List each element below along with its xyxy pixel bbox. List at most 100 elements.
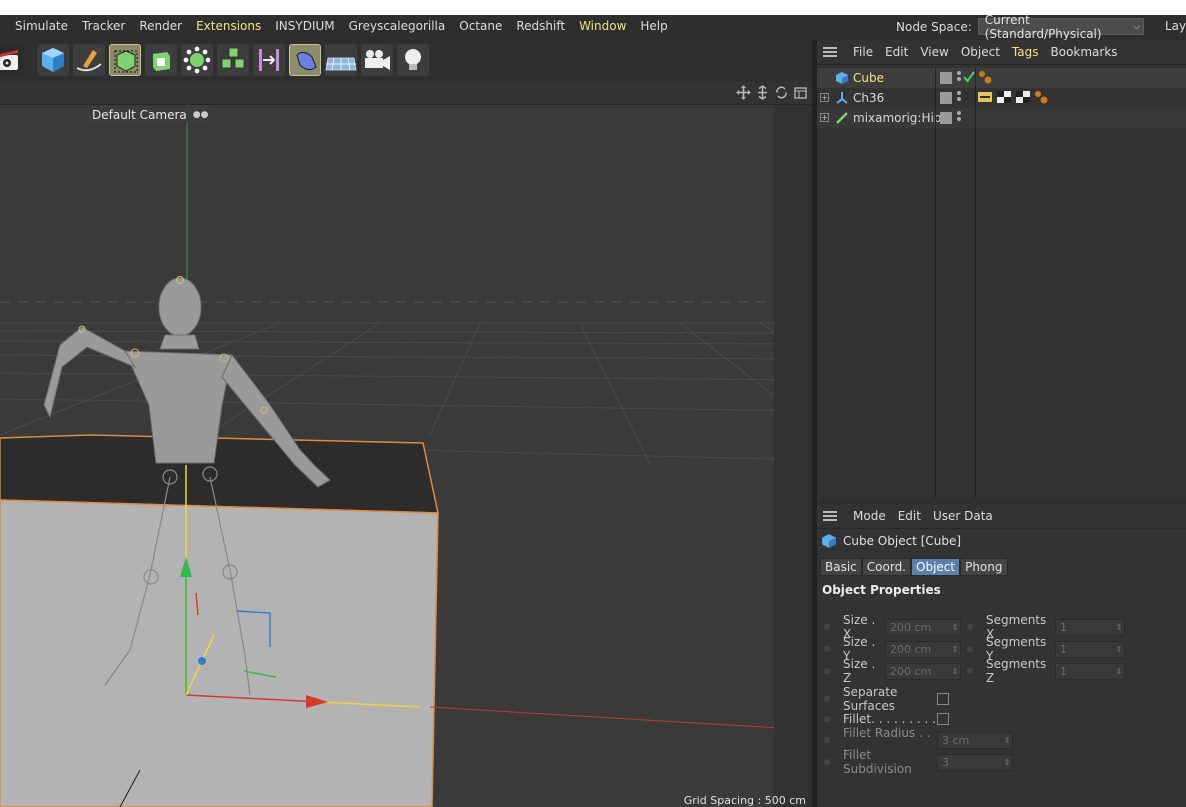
fillet-checkbox[interactable] bbox=[937, 713, 949, 725]
animation-dot-icon[interactable] bbox=[824, 668, 830, 674]
motion-tag-icon[interactable] bbox=[977, 90, 993, 104]
spinner-icon[interactable]: ⇕ bbox=[950, 667, 960, 676]
layout-label[interactable]: Layo bbox=[1165, 19, 1186, 33]
size-z-field[interactable]: 200 cm ⇕ bbox=[885, 662, 961, 680]
extrude-icon[interactable] bbox=[145, 44, 177, 76]
menu-tracker[interactable]: Tracker bbox=[75, 19, 132, 33]
spinner-icon[interactable]: ⇕ bbox=[1114, 623, 1124, 632]
segments-z-field[interactable]: 1 ⇕ bbox=[1055, 662, 1125, 680]
light-icon[interactable] bbox=[397, 44, 429, 76]
fillet-radius-field[interactable]: 3 cm ⇕ bbox=[937, 731, 1013, 749]
expand-icon[interactable]: + bbox=[820, 93, 829, 102]
segments-x-field[interactable]: 1 ⇕ bbox=[1055, 618, 1125, 636]
zoom-view-icon[interactable] bbox=[755, 85, 770, 100]
spinner-icon[interactable]: ⇕ bbox=[1002, 758, 1012, 767]
am-menu-mode[interactable]: Mode bbox=[847, 509, 892, 523]
rotate-view-icon[interactable] bbox=[774, 85, 789, 100]
subdivision-surface-icon[interactable] bbox=[109, 44, 141, 76]
visibility-dots-icon[interactable] bbox=[957, 91, 961, 105]
animation-dot-icon[interactable] bbox=[824, 646, 830, 652]
om-menu-bookmarks[interactable]: Bookmarks bbox=[1045, 45, 1124, 59]
tab-coord[interactable]: Coord. bbox=[861, 558, 911, 576]
menu-greyscalegorilla[interactable]: Greyscalegorilla bbox=[342, 19, 453, 33]
spinner-icon[interactable]: ⇕ bbox=[950, 623, 960, 632]
tab-phong[interactable]: Phong bbox=[960, 558, 1008, 576]
tab-object[interactable]: Object bbox=[911, 558, 961, 576]
viewport-scene bbox=[0, 105, 812, 807]
segments-z-label: Segments Z bbox=[986, 657, 1047, 685]
material-tag-icon[interactable] bbox=[1034, 90, 1048, 104]
separate-surfaces-checkbox[interactable] bbox=[937, 693, 949, 705]
clapboard-gear-icon[interactable] bbox=[0, 44, 24, 76]
am-menu-edit[interactable]: Edit bbox=[892, 509, 927, 523]
menu-help[interactable]: Help bbox=[633, 19, 674, 33]
segments-y-field[interactable]: 1 ⇕ bbox=[1055, 640, 1125, 658]
material-tag-icon[interactable] bbox=[978, 70, 992, 84]
cube-icon bbox=[822, 534, 836, 548]
size-y-field[interactable]: 200 cm ⇕ bbox=[885, 640, 961, 658]
size-z-row: Size . Z 200 cm ⇕ bbox=[824, 657, 961, 685]
object-row-ch36[interactable]: + Ch36 bbox=[817, 88, 1186, 108]
camera-label[interactable]: Default Camera ●● bbox=[88, 106, 213, 123]
spinner-icon[interactable]: ⇕ bbox=[1114, 645, 1124, 654]
tab-basic[interactable]: Basic bbox=[820, 558, 862, 576]
animation-dot-icon[interactable] bbox=[824, 716, 830, 722]
animation-dot-icon[interactable] bbox=[967, 668, 973, 674]
texture-tag-icon[interactable] bbox=[1015, 90, 1031, 104]
animation-dot-icon[interactable] bbox=[824, 624, 830, 630]
layer-icon[interactable] bbox=[940, 72, 952, 84]
pen-spline-icon[interactable] bbox=[73, 44, 105, 76]
cube-icon[interactable] bbox=[37, 44, 69, 76]
animation-dot-icon[interactable] bbox=[967, 624, 973, 630]
maximize-view-icon[interactable] bbox=[793, 85, 808, 100]
array-icon[interactable] bbox=[217, 44, 249, 76]
menu-render[interactable]: Render bbox=[132, 19, 189, 33]
floor-icon[interactable] bbox=[325, 44, 357, 76]
menu-insydium[interactable]: INSYDIUM bbox=[268, 19, 341, 33]
spinner-icon[interactable]: ⇕ bbox=[1114, 667, 1124, 676]
object-row-hips[interactable]: + mixamorig:Hips bbox=[817, 108, 1186, 128]
size-y-row: Size . Y 200 cm ⇕ bbox=[824, 635, 961, 663]
deformer-shear-icon[interactable] bbox=[289, 44, 321, 76]
om-menu-tags[interactable]: Tags bbox=[1006, 45, 1045, 59]
deformer-bend-icon[interactable] bbox=[253, 44, 285, 76]
om-menu-view[interactable]: View bbox=[914, 45, 954, 59]
am-menu-user-data[interactable]: User Data bbox=[927, 509, 999, 523]
node-space-dropdown[interactable]: Current (Standard/Physical) ⌵ bbox=[977, 13, 1144, 41]
menu-simulate[interactable]: Simulate bbox=[0, 19, 75, 33]
fillet-subdivision-field[interactable]: 3 ⇕ bbox=[937, 753, 1013, 771]
visibility-dots-icon[interactable] bbox=[957, 111, 961, 125]
cube-icon bbox=[835, 71, 849, 85]
checkmark-icon[interactable] bbox=[963, 70, 975, 84]
3d-viewport[interactable]: Default Camera ●● Grid Spacing : 500 cm bbox=[0, 105, 812, 807]
spinner-icon[interactable]: ⇕ bbox=[1002, 736, 1012, 745]
om-menu-edit[interactable]: Edit bbox=[879, 45, 914, 59]
camera-icon[interactable] bbox=[361, 44, 393, 76]
hamburger-icon[interactable] bbox=[823, 509, 837, 523]
om-menu-file[interactable]: File bbox=[847, 45, 879, 59]
texture-tag-icon[interactable] bbox=[996, 90, 1012, 104]
animation-dot-icon[interactable] bbox=[967, 646, 973, 652]
menu-window[interactable]: Window bbox=[572, 19, 633, 33]
viewport-right-strip bbox=[774, 105, 812, 807]
object-row-cube[interactable]: Cube bbox=[817, 68, 1186, 88]
attribute-manager-menubar: Mode Edit User Data bbox=[817, 504, 1186, 529]
animation-dot-icon[interactable] bbox=[824, 696, 830, 702]
om-menu-object[interactable]: Object bbox=[955, 45, 1006, 59]
animation-dot-icon[interactable] bbox=[824, 737, 830, 743]
animation-dot-icon[interactable] bbox=[824, 759, 830, 765]
mograph-cloner-icon[interactable] bbox=[181, 44, 213, 76]
size-x-row: Size . X 200 cm ⇕ bbox=[824, 613, 961, 641]
menu-extensions[interactable]: Extensions bbox=[189, 19, 268, 33]
visibility-dots-icon[interactable] bbox=[957, 71, 961, 85]
layer-icon[interactable] bbox=[940, 112, 952, 124]
menu-redshift[interactable]: Redshift bbox=[509, 19, 572, 33]
attribute-tabs: Basic Coord. Object Phong bbox=[820, 558, 1008, 576]
spinner-icon[interactable]: ⇕ bbox=[950, 645, 960, 654]
move-view-icon[interactable] bbox=[736, 85, 751, 100]
expand-icon[interactable]: + bbox=[820, 113, 829, 122]
menu-octane[interactable]: Octane bbox=[452, 19, 509, 33]
hamburger-icon[interactable] bbox=[823, 45, 837, 59]
size-x-field[interactable]: 200 cm ⇕ bbox=[885, 618, 961, 636]
layer-icon[interactable] bbox=[940, 92, 952, 104]
